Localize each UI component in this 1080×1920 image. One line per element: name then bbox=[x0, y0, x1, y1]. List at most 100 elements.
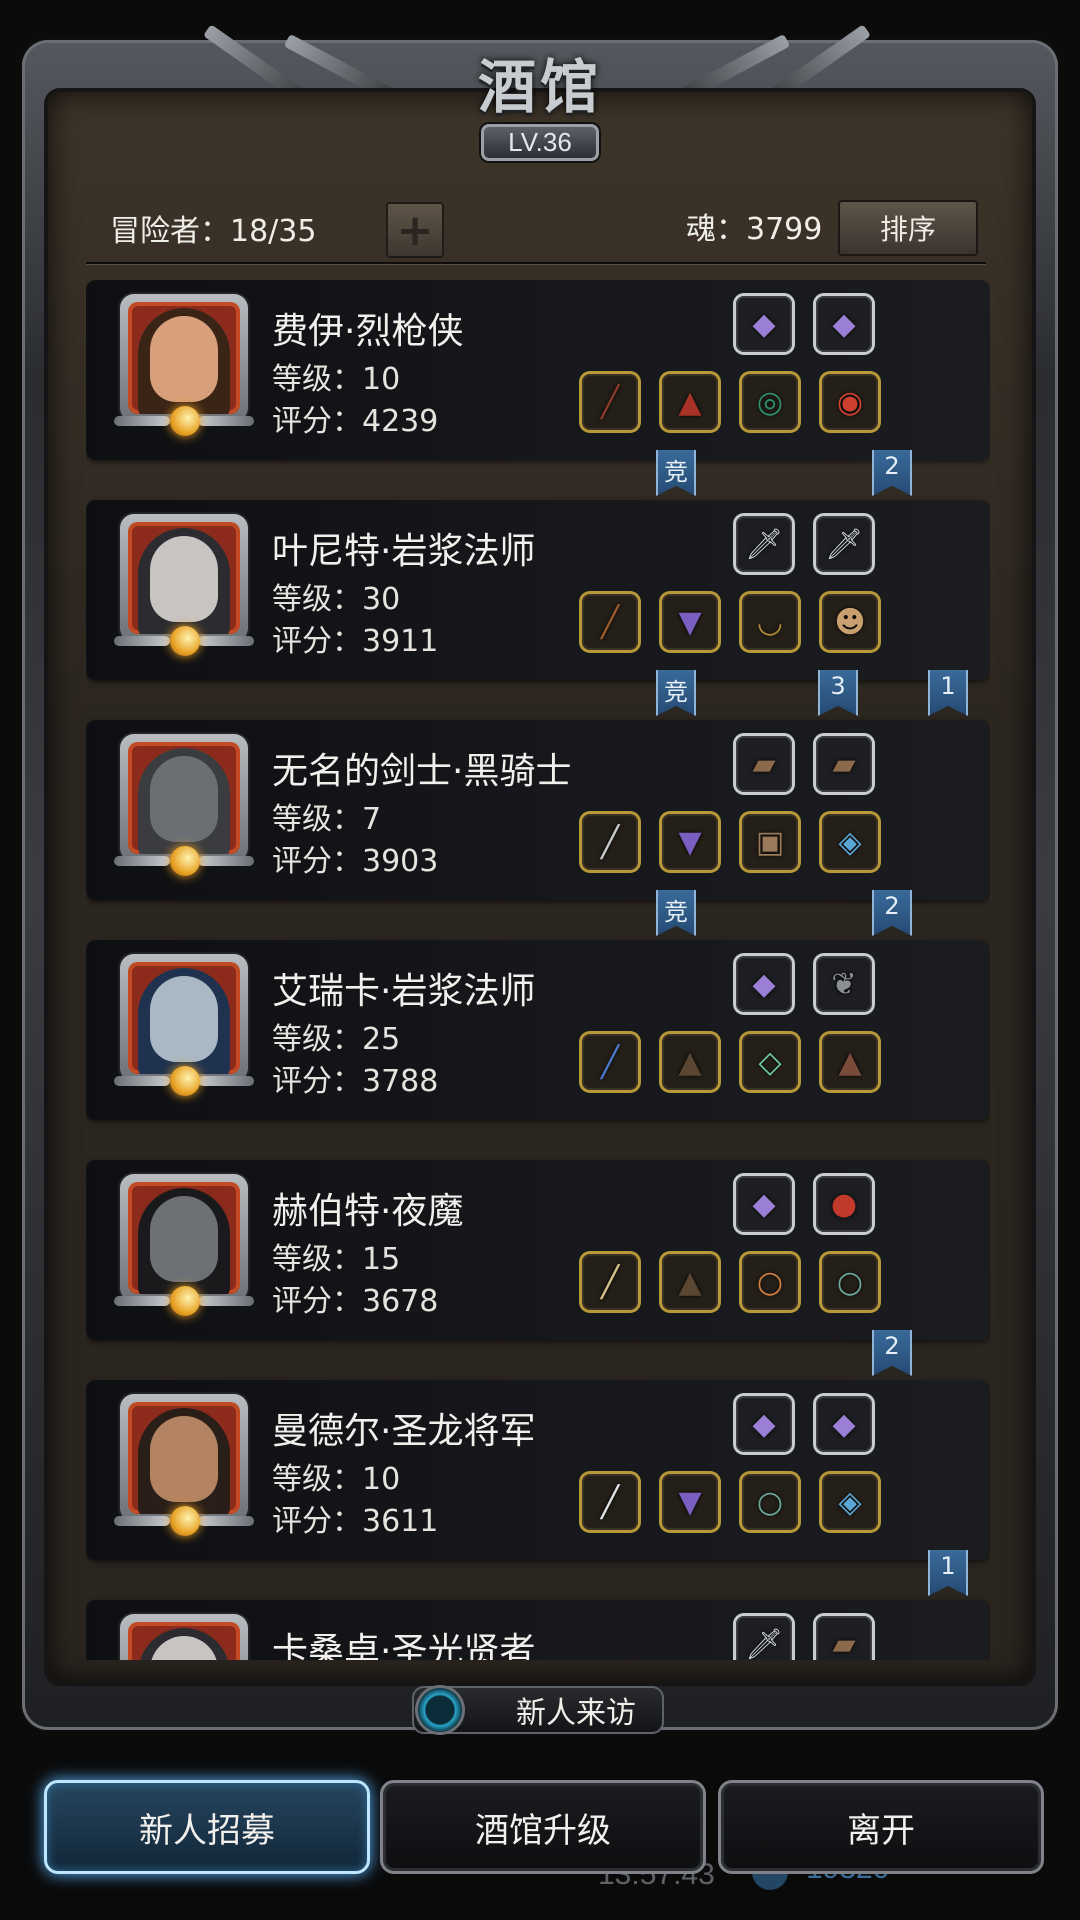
portrait-face bbox=[150, 1416, 218, 1502]
hero-level: 等级：7 bbox=[272, 802, 382, 837]
equipment-slot[interactable]: ▼ bbox=[662, 814, 718, 870]
skill-slot[interactable]: ◆ bbox=[736, 296, 792, 352]
hero-level: 等级：10 bbox=[272, 362, 401, 397]
hero-portrait[interactable] bbox=[120, 1614, 248, 1660]
crystal-icon: ◆ bbox=[832, 306, 856, 342]
wing-left-decoration bbox=[114, 1296, 170, 1306]
hero-card[interactable]: 卡桑卓·圣光贤者等级：🗡▰ bbox=[86, 1600, 990, 1660]
helmet-icon: ▣ bbox=[755, 824, 785, 860]
equipment-slot[interactable]: ╱ bbox=[582, 1254, 638, 1310]
skill-slot[interactable]: ❦ bbox=[816, 956, 872, 1012]
add-adventurer-button[interactable]: + bbox=[386, 202, 444, 258]
portrait-face bbox=[150, 1196, 218, 1282]
equipment-slot[interactable]: ╱ bbox=[582, 1474, 638, 1530]
equipment-slot[interactable]: ▲ bbox=[662, 374, 718, 430]
hero-score: 评分：3678 bbox=[272, 1284, 439, 1319]
hero-portrait[interactable] bbox=[114, 1394, 254, 1536]
jade-ring-icon: ○ bbox=[756, 1484, 784, 1520]
hero-card[interactable]: 艾瑞卡·岩浆法师 等级：25 评分：3788 ◆ ❦ ╱ ▲ ◇ ▲ bbox=[86, 940, 990, 1120]
equipment-slot[interactable]: ☻ bbox=[822, 594, 878, 650]
hero-portrait[interactable] bbox=[114, 514, 254, 656]
panel-title: 酒馆 bbox=[477, 53, 602, 121]
adventurer-count: 冒险者：18/35 bbox=[110, 214, 317, 249]
skill-slot[interactable]: 🗡 bbox=[736, 516, 792, 572]
hero-card[interactable]: 费伊·烈枪侠 等级：10 评分：4239 ◆ ◆ ╱ ▲ ◎ ◉ bbox=[86, 280, 990, 460]
equipment-slot[interactable]: ▣ bbox=[742, 814, 798, 870]
soul-count: 魂：3799 bbox=[686, 212, 823, 247]
equipment-slot[interactable]: ╱ bbox=[582, 374, 638, 430]
status-ribbon-badge: 1 bbox=[928, 670, 968, 716]
dark-robe-icon: ▲ bbox=[678, 1044, 702, 1080]
recruit-button[interactable]: 新人招募 bbox=[44, 1780, 370, 1874]
hero-level: 等级：30 bbox=[272, 582, 401, 617]
hero-portrait[interactable] bbox=[114, 954, 254, 1096]
crescent-moon-icon bbox=[170, 406, 200, 436]
equipment-slot[interactable]: ◈ bbox=[822, 1474, 878, 1530]
dagger-icon: 🗡 bbox=[824, 526, 864, 562]
hero-portrait[interactable] bbox=[114, 734, 254, 876]
hero-card[interactable]: 无名的剑士·黑骑士 等级：7 评分：3903 ▰ ▰ ╱ ▼ ▣ ◈ bbox=[86, 720, 990, 900]
wing-right-decoration bbox=[198, 416, 254, 426]
wing-left-decoration bbox=[114, 856, 170, 866]
status-ribbon-badge: 2 bbox=[872, 890, 912, 936]
skill-slot[interactable]: ▰ bbox=[736, 736, 792, 792]
hero-name: 费伊·烈枪侠 bbox=[272, 311, 464, 352]
equipment-slot[interactable]: ╱ bbox=[582, 594, 638, 650]
sort-button[interactable]: 排序 bbox=[838, 200, 978, 256]
equipment-slot[interactable]: ╱ bbox=[582, 814, 638, 870]
equipment-slot[interactable]: ▲ bbox=[662, 1034, 718, 1090]
wing-right-decoration bbox=[198, 636, 254, 646]
hero-list[interactable]: 费伊·烈枪侠 等级：10 评分：4239 ◆ ◆ ╱ ▲ ◎ ◉ 竞 2 叶尼特·岩浆法师 等级：30 评… bbox=[86, 280, 990, 1660]
skill-slot[interactable]: ▰ bbox=[816, 1616, 872, 1660]
crystal-icon: ◆ bbox=[752, 306, 776, 342]
skill-slot[interactable]: ◆ bbox=[736, 1176, 792, 1232]
equipment-slot[interactable]: ▼ bbox=[662, 1474, 718, 1530]
dagger-icon: 🗡 bbox=[744, 1626, 784, 1661]
leave-button[interactable]: 离开 bbox=[718, 1780, 1044, 1874]
clock-icon bbox=[418, 1688, 462, 1732]
title-plate: 酒馆 LV.36 bbox=[440, 40, 640, 161]
hero-name: 艾瑞卡·岩浆法师 bbox=[272, 971, 536, 1012]
hero-card[interactable]: 赫伯特·夜魔 等级：15 评分：3678 ◆ ● ╱ ▲ ○ ○ bbox=[86, 1160, 990, 1340]
hero-card[interactable]: 曼德尔·圣龙将军 等级：10 评分：3611 ◆ ◆ ╱ ▼ ○ ◈ bbox=[86, 1380, 990, 1560]
skill-slot[interactable]: ◆ bbox=[816, 1396, 872, 1452]
equipment-slot[interactable]: ▼ bbox=[662, 594, 718, 650]
hero-portrait[interactable] bbox=[114, 294, 254, 436]
upgrade-tavern-button[interactable]: 酒馆升级 bbox=[380, 1780, 706, 1874]
wing-right-decoration bbox=[198, 1296, 254, 1306]
skill-slot[interactable]: ◆ bbox=[736, 956, 792, 1012]
skill-slot[interactable]: ● bbox=[816, 1176, 872, 1232]
status-ribbon-badge: 1 bbox=[928, 1550, 968, 1596]
equipment-slot[interactable]: ◈ bbox=[822, 814, 878, 870]
hero-name: 曼德尔·圣龙将军 bbox=[272, 1411, 536, 1452]
equipment-slot[interactable]: ◉ bbox=[822, 374, 878, 430]
hero-card[interactable]: 叶尼特·岩浆法师 等级：30 评分：3911 🗡 🗡 ╱ ▼ ◡ ☻ bbox=[86, 500, 990, 680]
skill-slot[interactable]: 🗡 bbox=[816, 516, 872, 572]
blade-icon: ╱ bbox=[600, 1264, 620, 1300]
portrait-frame bbox=[128, 962, 240, 1074]
header-divider bbox=[86, 262, 986, 264]
portrait-face bbox=[150, 976, 218, 1062]
equipment-slot[interactable]: ○ bbox=[742, 1254, 798, 1310]
red-gem-icon: ● bbox=[830, 1186, 858, 1222]
bracer-icon: ▰ bbox=[832, 1626, 856, 1661]
equipment-slot[interactable]: ○ bbox=[822, 1254, 878, 1310]
equipment-slot[interactable]: ◇ bbox=[742, 1034, 798, 1090]
tavern-level-badge: LV.36 bbox=[481, 124, 599, 161]
equipment-slot[interactable]: ○ bbox=[742, 1474, 798, 1530]
equipment-slot[interactable]: ▲ bbox=[662, 1254, 718, 1310]
skill-slot[interactable]: ▰ bbox=[816, 736, 872, 792]
equipment-slot[interactable]: ◎ bbox=[742, 374, 798, 430]
equipment-slot[interactable]: ╱ bbox=[582, 1034, 638, 1090]
portrait-face bbox=[150, 536, 218, 622]
skill-slot[interactable]: ◆ bbox=[736, 1396, 792, 1452]
equipment-slot[interactable]: ▲ bbox=[822, 1034, 878, 1090]
blue-gauntlet-icon: ◈ bbox=[838, 1484, 862, 1520]
hero-level: 等级：15 bbox=[272, 1242, 401, 1277]
feather-icon: ❦ bbox=[831, 966, 857, 1002]
hero-portrait[interactable] bbox=[114, 1174, 254, 1316]
skill-slot[interactable]: 🗡 bbox=[736, 1616, 792, 1660]
skill-slot[interactable]: ◆ bbox=[816, 296, 872, 352]
equipment-slot[interactable]: ◡ bbox=[742, 594, 798, 650]
wing-right-decoration bbox=[198, 1516, 254, 1526]
